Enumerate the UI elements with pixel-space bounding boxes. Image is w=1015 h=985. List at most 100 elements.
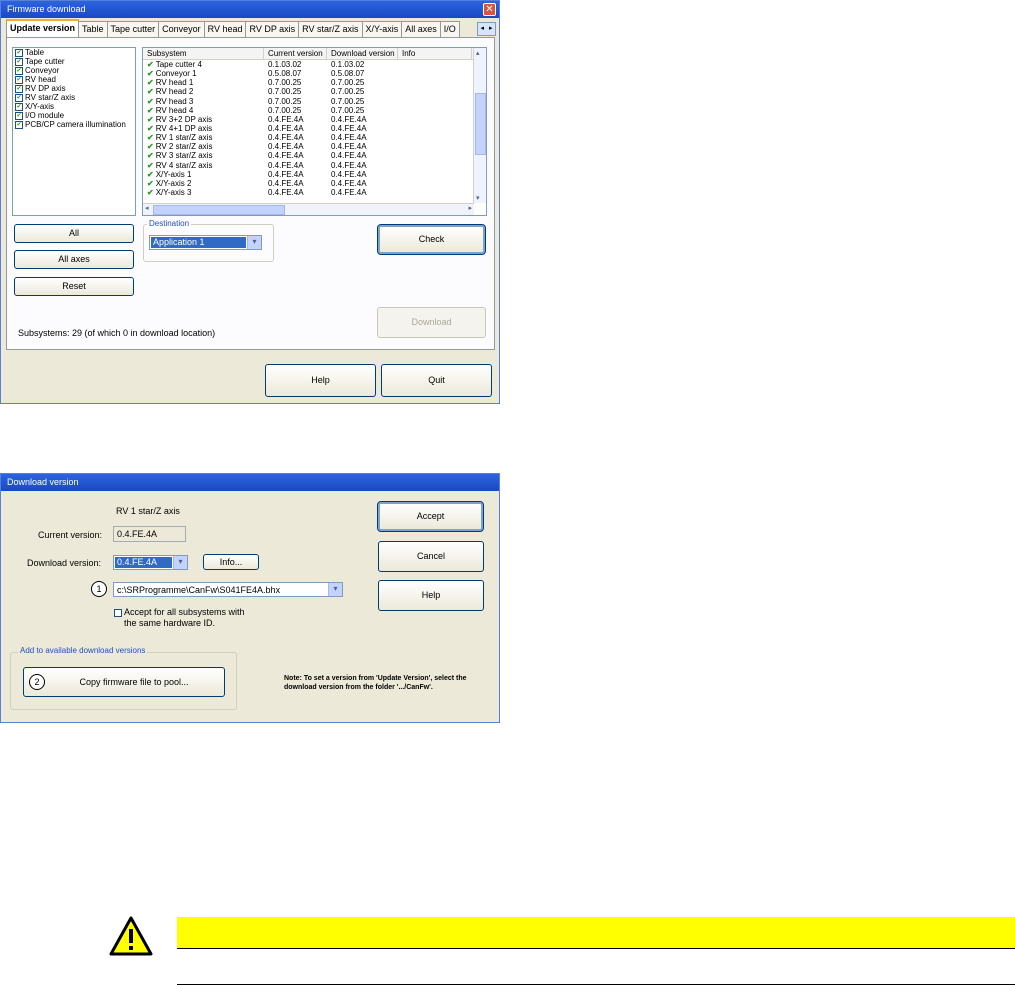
accept-all-checkbox[interactable] [114, 609, 122, 617]
subsystem-name: RV 1 star/Z axis [116, 506, 180, 516]
tab-conveyor[interactable]: Conveyor [158, 21, 205, 37]
column-header-download-version[interactable]: Download version [327, 48, 398, 59]
table-row[interactable]: ✔ RV 3+2 DP axis 0.4.FE.4A 0.4.FE.4A [143, 115, 486, 124]
cell-current-version: 0.7.00.25 [268, 87, 302, 97]
grid-horizontal-thumb[interactable] [153, 205, 285, 215]
checkbox-checked-icon[interactable]: ✔ [15, 93, 23, 102]
table-row[interactable]: ✔ X/Y-axis 3 0.4.FE.4A 0.4.FE.4A [143, 188, 486, 197]
chevron-left-icon[interactable]: ◂ [145, 204, 149, 212]
current-version-label: Current version: [38, 530, 103, 540]
close-icon[interactable]: ✕ [483, 3, 496, 16]
subsystem-grid: Subsystem Current version Download versi… [142, 47, 487, 216]
download-version-select[interactable]: 0.4.FE.4A ▾ [113, 555, 188, 570]
cell-subsystem: ✔ RV 1 star/Z axis [143, 133, 264, 142]
grid-vertical-thumb[interactable] [475, 93, 486, 155]
filter-list-item[interactable]: ✔ Table [13, 48, 135, 57]
column-header-subsystem[interactable]: Subsystem [143, 48, 264, 59]
help-button[interactable]: Help [265, 364, 376, 397]
copy-firmware-button[interactable]: Copy firmware file to pool... [23, 667, 225, 697]
filter-list-item[interactable]: ✔ Tape cutter [13, 57, 135, 66]
chevron-left-icon[interactable]: ◂ [480, 23, 484, 35]
all-axes-button[interactable]: All axes [14, 250, 134, 269]
destination-value: Application 1 [151, 237, 246, 248]
filter-list-item[interactable]: ✔ PCB/CP camera illumination [13, 120, 135, 129]
table-row[interactable]: ✔ RV 2 star/Z axis 0.4.FE.4A 0.4.FE.4A [143, 142, 486, 151]
table-row[interactable]: ✔ X/Y-axis 1 0.4.FE.4A 0.4.FE.4A [143, 170, 486, 179]
filter-list-item[interactable]: ✔ RV star/Z axis [13, 93, 135, 102]
table-row[interactable]: ✔ Conveyor 1 0.5.08.07 0.5.08.07 [143, 69, 486, 78]
cell-current-version: 0.5.08.07 [268, 69, 302, 79]
table-row[interactable]: ✔ RV 4+1 DP axis 0.4.FE.4A 0.4.FE.4A [143, 124, 486, 133]
table-row[interactable]: ✔ RV 3 star/Z axis 0.4.FE.4A 0.4.FE.4A [143, 151, 486, 160]
table-row[interactable]: ✔ Tape cutter 4 0.1.03.02 0.1.03.02 [143, 60, 486, 69]
table-row[interactable]: ✔ RV head 4 0.7.00.25 0.7.00.25 [143, 106, 486, 115]
quit-button[interactable]: Quit [381, 364, 492, 397]
grid-horizontal-scrollbar[interactable]: ◂ ▸ [143, 203, 474, 215]
firmware-file-path-select[interactable]: c:\SRProgramme\CanFw\S041FE4A.bhx ▾ [113, 582, 343, 597]
chevron-right-icon[interactable]: ▸ [489, 23, 493, 35]
column-header-info[interactable]: Info [398, 48, 472, 59]
tab-i-o[interactable]: I/O [439, 21, 460, 37]
table-row[interactable]: ✔ RV head 1 0.7.00.25 0.7.00.25 [143, 78, 486, 87]
subsystem-name: RV 3 star/Z axis [155, 151, 213, 161]
tab-table[interactable]: Table [78, 21, 108, 37]
tab-x-y-axis[interactable]: X/Y-axis [361, 21, 403, 37]
tab-rv-head[interactable]: RV head [203, 21, 247, 37]
filter-list-item[interactable]: ✔ RV DP axis [13, 84, 135, 93]
tab-tape-cutter[interactable]: Tape cutter [106, 21, 160, 37]
column-header-current-version[interactable]: Current version [264, 48, 327, 59]
copy-firmware-label: Copy firmware file to pool... [79, 677, 189, 687]
grid-vertical-scrollbar[interactable]: ▴ ▾ [473, 48, 486, 203]
filter-list-item[interactable]: ✔ X/Y-axis [13, 102, 135, 111]
chevron-down-icon[interactable]: ▾ [247, 236, 261, 249]
tab-rv-star-z-axis[interactable]: RV star/Z axis [298, 21, 363, 37]
checkbox-checked-icon[interactable]: ✔ [15, 57, 23, 66]
checkbox-checked-icon[interactable]: ✔ [15, 111, 23, 120]
chevron-down-icon[interactable]: ▾ [476, 194, 480, 202]
checkbox-checked-icon[interactable]: ✔ [15, 102, 23, 111]
info-button[interactable]: Info... [203, 554, 259, 570]
cell-subsystem: ✔ Tape cutter 4 [143, 60, 264, 69]
reset-button[interactable]: Reset [14, 277, 134, 296]
check-button[interactable]: Check [377, 224, 486, 255]
check-ok-icon: ✔ [147, 78, 154, 88]
destination-select[interactable]: Application 1 ▾ [149, 235, 262, 250]
checkbox-checked-icon[interactable]: ✔ [15, 66, 23, 75]
tab-update-version[interactable]: Update version [6, 19, 80, 38]
download-version-value: 0.4.FE.4A [115, 557, 172, 568]
download-button[interactable]: Download [377, 307, 486, 338]
add-download-versions-label: Add to available download versions [18, 646, 148, 655]
filter-list-item[interactable]: ✔ Conveyor [13, 66, 135, 75]
table-row[interactable]: ✔ RV head 3 0.7.00.25 0.7.00.25 [143, 97, 486, 106]
checkbox-checked-icon[interactable]: ✔ [15, 120, 23, 129]
help-button[interactable]: Help [378, 580, 484, 611]
chevron-down-icon[interactable]: ▾ [173, 556, 187, 569]
cell-subsystem: ✔ Conveyor 1 [143, 69, 264, 78]
tab-rv-dp-axis[interactable]: RV DP axis [245, 21, 300, 37]
cell-download-version: 0.4.FE.4A [331, 142, 367, 152]
table-row[interactable]: ✔ X/Y-axis 2 0.4.FE.4A 0.4.FE.4A [143, 179, 486, 188]
filter-list-item-label: RV DP axis [25, 84, 66, 93]
chevron-down-icon[interactable]: ▾ [328, 583, 342, 596]
chevron-up-icon[interactable]: ▴ [476, 49, 480, 57]
checkbox-checked-icon[interactable]: ✔ [15, 84, 23, 93]
table-row[interactable]: ✔ RV 1 star/Z axis 0.4.FE.4A 0.4.FE.4A [143, 133, 486, 142]
checkbox-checked-icon[interactable]: ✔ [15, 48, 23, 57]
filter-list-item[interactable]: ✔ I/O module [13, 111, 135, 120]
subsystem-name: RV 4+1 DP axis [155, 123, 213, 133]
subsystem-name: RV head 3 [155, 96, 194, 106]
cell-current-version: 0.4.FE.4A [268, 114, 304, 124]
check-ok-icon: ✔ [147, 69, 154, 79]
table-row[interactable]: ✔ RV 4 star/Z axis 0.4.FE.4A 0.4.FE.4A [143, 161, 486, 170]
chevron-right-icon[interactable]: ▸ [468, 204, 472, 212]
all-button[interactable]: All [14, 224, 134, 243]
check-ok-icon: ✔ [147, 169, 154, 179]
cancel-button[interactable]: Cancel [378, 541, 484, 572]
tab-all-axes[interactable]: All axes [401, 21, 441, 37]
checkbox-checked-icon[interactable]: ✔ [15, 75, 23, 84]
table-row[interactable]: ✔ RV head 2 0.7.00.25 0.7.00.25 [143, 87, 486, 96]
filter-list-item[interactable]: ✔ RV head [13, 75, 135, 84]
accept-button[interactable]: Accept [377, 501, 484, 532]
tab-scroll-arrows[interactable]: ◂ ▸ [477, 22, 496, 36]
note-line-2: download version from the folder '.../Ca… [284, 684, 433, 691]
